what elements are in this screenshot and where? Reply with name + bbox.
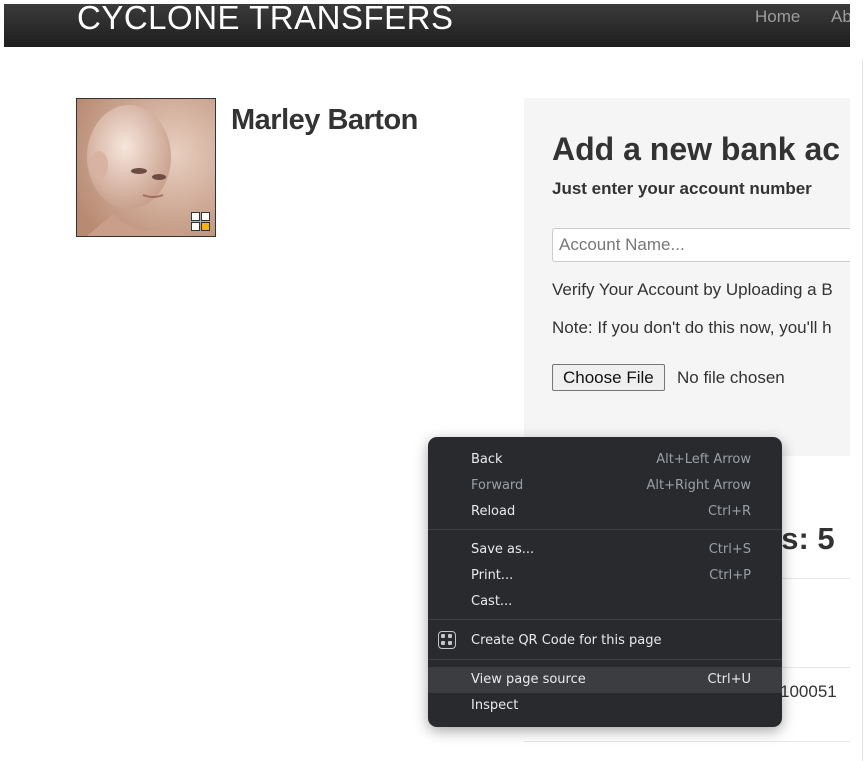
photo-grid-icon bbox=[191, 212, 211, 232]
menu-item-label: Forward bbox=[471, 478, 524, 493]
add-bank-account-panel: Add a new bank ac Just enter your accoun… bbox=[524, 98, 850, 456]
top-navbar: CYCLONE TRANSFERS Home Ab bbox=[4, 4, 850, 47]
context-menu: Back Alt+Left Arrow Forward Alt+Right Ar… bbox=[428, 437, 782, 727]
file-status-text: No file chosen bbox=[677, 368, 785, 387]
profile-avatar bbox=[76, 98, 216, 237]
menu-item-label: Create QR Code for this page bbox=[471, 633, 662, 648]
menu-item-shortcut: Alt+Left Arrow bbox=[656, 452, 751, 467]
menu-separator bbox=[428, 619, 782, 620]
panel-subtitle: Just enter your account number bbox=[552, 179, 812, 198]
menu-item-cast[interactable]: Cast... bbox=[428, 589, 782, 615]
table-divider bbox=[524, 741, 850, 742]
verify-account-text: Verify Your Account by Uploading a B bbox=[552, 280, 833, 299]
menu-item-reload[interactable]: Reload Ctrl+R bbox=[428, 499, 782, 525]
menu-item-save-as[interactable]: Save as... Ctrl+S bbox=[428, 537, 782, 563]
menu-item-inspect[interactable]: Inspect bbox=[428, 693, 782, 719]
note-text: Note: If you don't do this now, you'll h bbox=[552, 318, 832, 337]
menu-item-label: Reload bbox=[471, 504, 516, 519]
menu-item-view-page-source[interactable]: View page source Ctrl+U bbox=[428, 667, 782, 693]
menu-item-forward[interactable]: Forward Alt+Right Arrow bbox=[428, 473, 782, 499]
menu-item-label: Print... bbox=[471, 568, 514, 583]
menu-item-shortcut: Ctrl+S bbox=[708, 542, 751, 557]
menu-item-shortcut: Ctrl+U bbox=[707, 672, 751, 687]
user-name: Marley Barton bbox=[231, 104, 418, 136]
menu-item-label: Save as... bbox=[471, 542, 535, 557]
choose-file-button[interactable]: Choose File bbox=[552, 364, 665, 391]
window-right-edge bbox=[850, 0, 867, 761]
window-border bbox=[862, 60, 863, 761]
menu-item-label: Back bbox=[471, 452, 503, 467]
menu-separator bbox=[428, 659, 782, 660]
menu-item-shortcut: Ctrl+P bbox=[709, 568, 751, 583]
nav-link-about[interactable]: Ab bbox=[831, 7, 850, 27]
menu-item-shortcut: Alt+Right Arrow bbox=[646, 478, 751, 493]
brand-logo-text[interactable]: CYCLONE TRANSFERS bbox=[77, 4, 453, 37]
menu-item-back[interactable]: Back Alt+Left Arrow bbox=[428, 447, 782, 473]
menu-item-label: View page source bbox=[471, 672, 586, 687]
menu-item-label: Inspect bbox=[471, 698, 519, 713]
menu-separator bbox=[428, 529, 782, 530]
menu-item-print[interactable]: Print... Ctrl+P bbox=[428, 563, 782, 589]
panel-title: Add a new bank ac bbox=[552, 131, 841, 167]
menu-item-label: Cast... bbox=[471, 594, 513, 609]
account-number-cell: 100051 bbox=[780, 682, 837, 701]
qr-code-icon bbox=[438, 631, 456, 649]
account-name-input[interactable] bbox=[552, 228, 850, 262]
nav-link-home[interactable]: Home bbox=[755, 7, 800, 27]
menu-item-shortcut: Ctrl+R bbox=[707, 504, 751, 519]
menu-item-create-qr-code[interactable]: Create QR Code for this page bbox=[428, 628, 782, 654]
